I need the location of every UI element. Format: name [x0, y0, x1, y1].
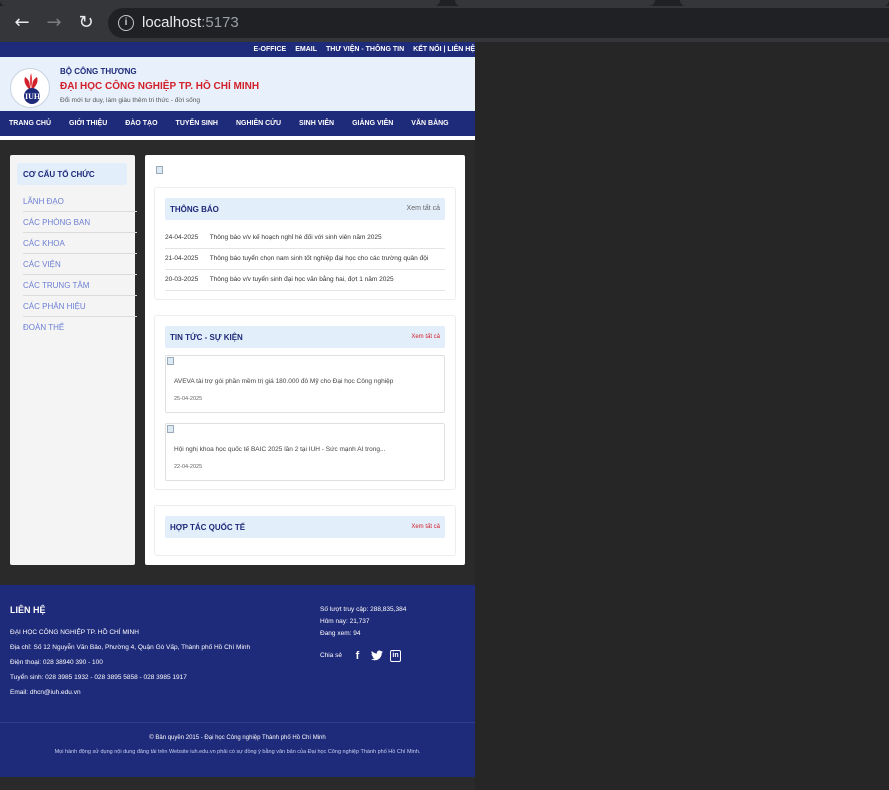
sidebar-item-unions[interactable]: ĐOÀN THỂ	[23, 317, 137, 338]
online-counter: Đang xem: 94	[320, 630, 361, 637]
back-icon[interactable]: ←	[11, 12, 33, 34]
university-name[interactable]: ĐẠI HỌC CÔNG NGHIỆP TP. HỒ CHÍ MINH	[60, 81, 259, 92]
browser-toolbar: ← → ↻ i localhost:5173	[0, 0, 889, 42]
url-host: localhost	[142, 14, 202, 31]
top-link-library[interactable]: THƯ VIỆN - THÔNG TIN	[326, 46, 404, 53]
main-navigation: TRANG CHỦ GIỚI THIỆU ĐÀO TẠO TUYỂN SINH …	[0, 111, 475, 140]
university-slogan: Đổi mới tư duy, làm giàu thêm tri thức -…	[60, 97, 200, 104]
sidebar-item-leadership[interactable]: LÃNH ĐẠO	[23, 191, 137, 212]
sidebar-item-departments[interactable]: CÁC PHÒNG BAN	[23, 212, 137, 233]
notices-view-all-link[interactable]: Xem tất cả	[407, 205, 440, 212]
notice-title[interactable]: Thông báo tuyển chọn nam sinh tốt nghiệp…	[210, 255, 429, 262]
nav-item-home[interactable]: TRANG CHỦ	[9, 120, 51, 127]
footer-org-name: ĐẠI HỌC CÔNG NGHIỆP TP. HỒ CHÍ MINH	[10, 629, 139, 636]
nav-item-lecturers[interactable]: GIẢNG VIÊN	[352, 120, 393, 127]
footer-phone: Điện thoại: 028 38940 390 - 100	[10, 659, 103, 666]
notice-row[interactable]: 21-04-2025 Thông báo tuyển chọn nam sinh…	[165, 249, 445, 270]
nav-item-students[interactable]: SINH VIÊN	[299, 120, 334, 127]
nav-item-degrees[interactable]: VĂN BẰNG	[411, 120, 448, 127]
notice-date: 20-03-2025	[165, 276, 199, 283]
sidebar-item-institutes[interactable]: CÁC VIỆN	[23, 254, 137, 275]
brand-header: IUH BỘ CÔNG THƯƠNG ĐẠI HỌC CÔNG NGHIỆP T…	[0, 57, 475, 111]
footer-copyright: © Bản quyền 2015 - Đại học Công nghiệp T…	[149, 735, 326, 741]
news-header: TIN TỨC - SỰ KIỆN Xem tất cả	[165, 326, 445, 348]
main-content: THÔNG BÁO Xem tất cả 24-04-2025 Thông bá…	[145, 155, 465, 565]
news-item[interactable]: AVEVA tài trợ gói phần mềm trị giá 180.0…	[165, 355, 445, 413]
banner-image[interactable]	[156, 166, 163, 174]
news-thumbnail[interactable]	[167, 357, 174, 365]
university-logo[interactable]: IUH	[10, 68, 50, 108]
browser-tab[interactable]	[0, 0, 440, 6]
footer-email[interactable]: Email: dhcn@iuh.edu.vn	[10, 689, 81, 696]
top-link-eoffice[interactable]: E-OFFICE	[254, 46, 287, 53]
notices-header: THÔNG BÁO Xem tất cả	[165, 198, 445, 220]
notice-title[interactable]: Thông báo v/v kế hoạch nghỉ hè đối với s…	[210, 234, 382, 241]
news-view-all-link[interactable]: Xem tất cả	[411, 334, 440, 340]
org-structure-sidebar: CƠ CẤU TỔ CHỨC LÃNH ĐẠO CÁC PHÒNG BAN CÁ…	[10, 155, 137, 565]
cooperation-header: HỢP TÁC QUỐC TẾ Xem tất cả	[165, 516, 445, 538]
news-title: TIN TỨC - SỰ KIỆN	[170, 333, 243, 342]
address-bar[interactable]: i localhost:5173	[108, 8, 889, 38]
news-item[interactable]: Hội nghị khoa học quốc tế BAIC 2025 lần …	[165, 423, 445, 481]
sidebar-item-faculties[interactable]: CÁC KHOA	[23, 233, 137, 254]
ministry-name: BỘ CÔNG THƯƠNG	[60, 67, 137, 76]
visit-counter: Số lượt truy cập: 288,835,384	[320, 606, 407, 613]
footer-heading: LIÊN HỆ	[10, 605, 46, 615]
nav-item-about[interactable]: GIỚI THIỆU	[69, 120, 107, 127]
notice-row[interactable]: 20-03-2025 Thông báo v/v tuyển sinh đại …	[165, 270, 445, 291]
news-item-date: 25-04-2025	[174, 396, 203, 402]
web-page: E-OFFICE EMAIL THƯ VIỆN - THÔNG TIN KẾT …	[0, 42, 475, 790]
notice-date: 21-04-2025	[165, 255, 199, 262]
top-links-bar: E-OFFICE EMAIL THƯ VIỆN - THÔNG TIN KẾT …	[0, 42, 475, 57]
today-counter: Hôm nay: 21,737	[320, 618, 370, 625]
news-card: TIN TỨC - SỰ KIỆN Xem tất cả AVEVA tài t…	[154, 315, 456, 490]
reload-icon[interactable]: ↻	[75, 12, 97, 34]
logo-graphic	[24, 73, 40, 104]
notices-card: THÔNG BÁO Xem tất cả 24-04-2025 Thông bá…	[154, 187, 456, 300]
cooperation-view-all-link[interactable]: Xem tất cả	[411, 524, 440, 530]
footer-admission-phone: Tuyển sinh: 028 3985 1932 - 028 3895 585…	[10, 674, 187, 681]
news-item-title[interactable]: AVEVA tài trợ gói phần mềm trị giá 180.0…	[174, 378, 393, 385]
viewport-background	[475, 42, 889, 790]
linkedin-icon[interactable]: in	[390, 650, 401, 662]
footer-divider	[0, 722, 475, 723]
nav-item-admission[interactable]: TUYỂN SINH	[176, 120, 218, 127]
logo-text: IUH	[25, 92, 41, 101]
notice-row[interactable]: 24-04-2025 Thông báo v/v kế hoạch nghỉ h…	[165, 228, 445, 249]
notice-date: 24-04-2025	[165, 234, 199, 241]
forward-icon[interactable]: →	[43, 12, 65, 34]
cooperation-title: HỢP TÁC QUỐC TẾ	[170, 523, 246, 532]
top-link-email[interactable]: EMAIL	[295, 46, 317, 53]
site-footer: LIÊN HỆ ĐẠI HỌC CÔNG NGHIỆP TP. HỒ CHÍ M…	[0, 585, 475, 777]
top-link-contact[interactable]: KẾT NỐI | LIÊN HỆ	[413, 46, 475, 53]
site-info-icon[interactable]: i	[118, 15, 134, 31]
news-thumbnail[interactable]	[167, 425, 174, 433]
news-item-date: 22-04-2025	[174, 464, 203, 470]
sidebar-heading: CƠ CẤU TỔ CHỨC	[17, 163, 127, 185]
url-text[interactable]: localhost:5173	[142, 14, 239, 31]
browser-tab[interactable]	[680, 0, 889, 6]
notice-title[interactable]: Thông báo v/v tuyển sinh đại học văn bằn…	[210, 276, 394, 283]
twitter-icon[interactable]	[371, 650, 383, 662]
sidebar-item-centers[interactable]: CÁC TRUNG TÂM	[23, 275, 137, 296]
nav-item-training[interactable]: ĐÀO TẠO	[125, 120, 157, 127]
international-cooperation-card: HỢP TÁC QUỐC TẾ Xem tất cả	[154, 505, 456, 556]
facebook-icon[interactable]: f	[352, 650, 363, 662]
nav-item-research[interactable]: NGHIÊN CỨU	[236, 120, 281, 127]
sidebar-item-branches[interactable]: CÁC PHÂN HIỆU	[23, 296, 137, 317]
footer-usage-notice: Mọi hành động sử dụng nội dung đăng tải …	[54, 749, 421, 755]
url-port: :5173	[201, 14, 239, 31]
news-item-title[interactable]: Hội nghị khoa học quốc tế BAIC 2025 lần …	[174, 446, 385, 453]
notices-title: THÔNG BÁO	[170, 205, 219, 214]
share-label: Chia sẻ	[320, 652, 343, 659]
tab-strip	[0, 0, 889, 6]
twitter-glyph	[371, 650, 383, 661]
footer-address: Địa chỉ: Số 12 Nguyễn Văn Bảo, Phường 4,…	[10, 644, 251, 651]
browser-tab[interactable]	[455, 0, 655, 6]
